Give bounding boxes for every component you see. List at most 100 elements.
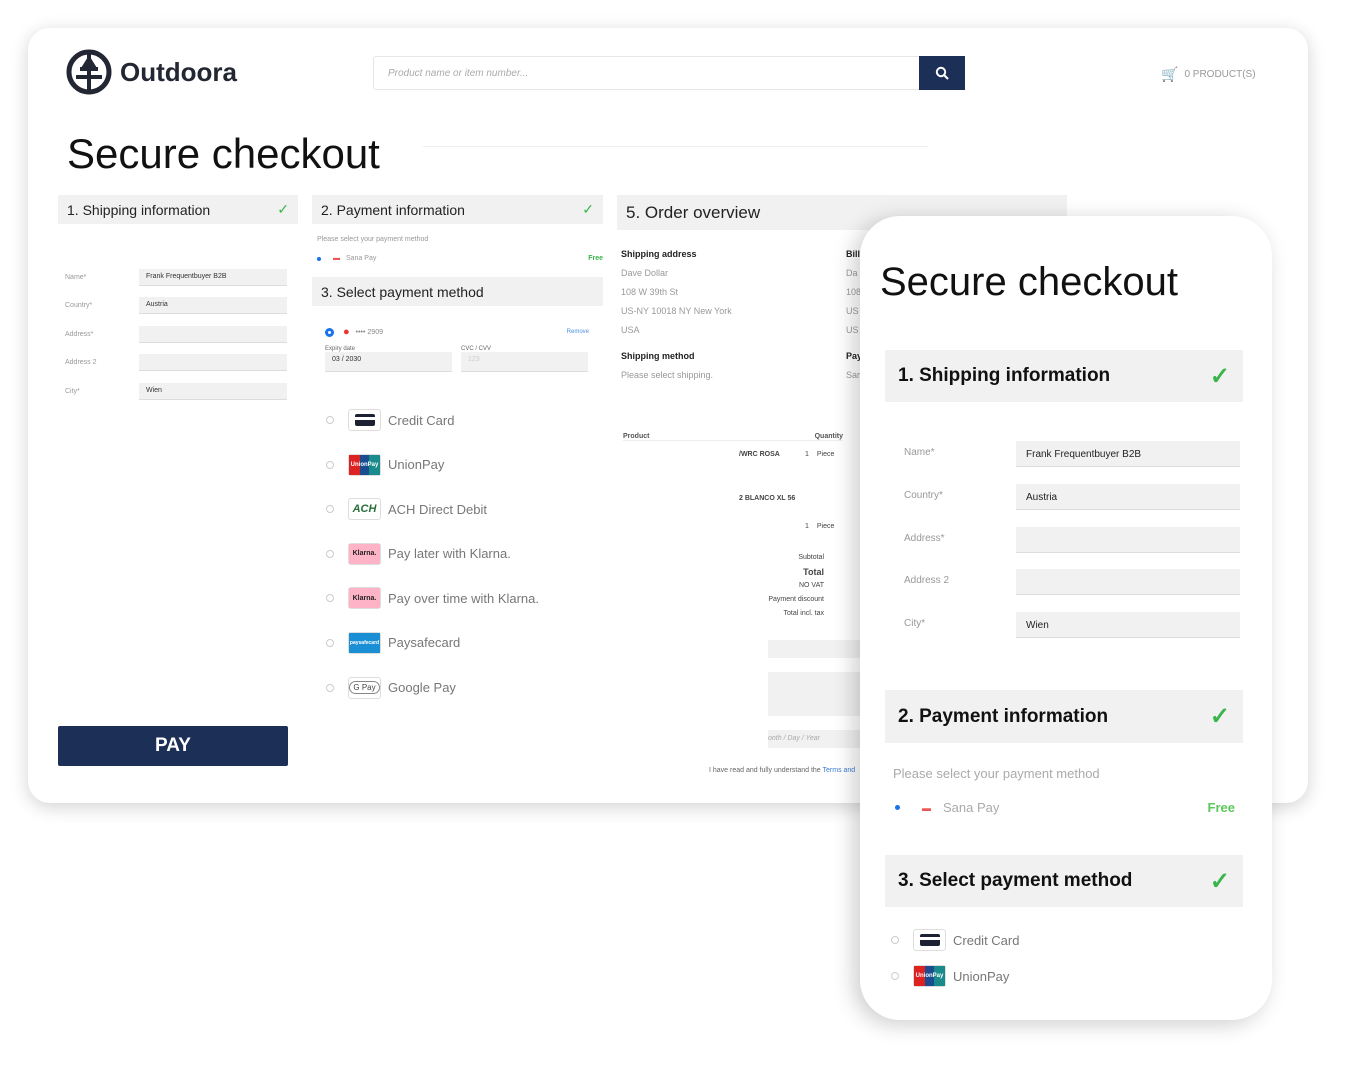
method-label: Credit Card [953, 932, 1020, 948]
sana-pay-option[interactable]: ▬ Sana Pay Free [317, 255, 603, 262]
section-title: 1. Shipping information [67, 201, 211, 218]
radio-button[interactable] [891, 936, 899, 944]
paysafecard-icon: paysafecard [348, 631, 381, 654]
check-icon: ✓ [1209, 703, 1230, 730]
mobile-payment-info-header[interactable]: 2. Payment information ✓ [885, 690, 1243, 743]
payment-method-option[interactable]: UnionPay UnionPay [326, 453, 603, 477]
shipping-method-label: Shipping method [621, 351, 695, 361]
product-name: /WRC ROSA [739, 451, 780, 458]
cart-button[interactable]: 🛒 0 PRODUCT(S) [1161, 66, 1256, 83]
product-table-header: Product Quantity [623, 433, 843, 441]
field-input[interactable] [139, 325, 287, 343]
field-input[interactable]: Wien [139, 382, 287, 400]
field-input[interactable] [139, 354, 287, 372]
radio-selected[interactable] [325, 327, 334, 337]
klarna-icon: Klarna. [348, 542, 381, 565]
form-row: City* Wien [58, 377, 298, 406]
field-input[interactable] [1016, 569, 1240, 596]
address-line: Dave Dollar [621, 268, 669, 278]
check-icon: ✓ [582, 201, 594, 217]
section-title: 2. Payment information [321, 201, 465, 218]
field-label: Name* [904, 447, 935, 458]
payment-method-option[interactable]: Klarna. Pay over time with Klarna. [326, 586, 603, 610]
payment-method-option[interactable]: ACH ACH Direct Debit [326, 497, 603, 521]
radio-button[interactable] [326, 416, 334, 424]
field-label: Address* [904, 532, 945, 544]
radio-button[interactable] [326, 549, 334, 558]
section-title: 5. Order overview [626, 202, 761, 222]
section-title: 3. Select payment method [898, 870, 1133, 891]
field-label: Address 2 [904, 575, 950, 587]
brand-logo[interactable]: Outdoora [66, 49, 237, 95]
total-label: Total [803, 567, 824, 577]
field-label: Country* [65, 302, 93, 310]
radio-button[interactable] [891, 972, 899, 980]
cart-icon: 🛒 [1161, 66, 1179, 82]
radio-button[interactable] [326, 683, 334, 692]
expiry-input[interactable]: 03 / 2030 [325, 352, 452, 372]
search-button[interactable] [919, 56, 965, 90]
radio-button[interactable] [326, 594, 334, 603]
payment-method-option[interactable]: G Pay Google Pay [326, 676, 603, 700]
payment-method-option[interactable]: paysafecard Paysafecard [326, 631, 603, 655]
mobile-shipping-header[interactable]: 1. Shipping information ✓ [885, 350, 1243, 402]
klarna-icon: Klarna. [348, 587, 381, 610]
field-label: Address 2 [65, 359, 97, 367]
method-label: UnionPay [388, 457, 445, 473]
mobile-checkout: Secure checkout 1. Shipping information ✓… [860, 216, 1272, 1020]
payment-method-option[interactable]: Credit Card [326, 408, 603, 432]
method-name: Sana Pay [943, 800, 1000, 815]
shipping-header[interactable]: 1. Shipping information ✓ [58, 195, 298, 224]
address-line: USA [621, 325, 640, 335]
payment-method-option[interactable]: Credit Card [891, 928, 1019, 952]
form-row: Address 2 [58, 349, 298, 378]
mobile-select-payment-header[interactable]: 3. Select payment method ✓ [885, 855, 1243, 907]
radio-button[interactable] [326, 638, 334, 647]
cart-count: 0 PRODUCT(S) [1184, 69, 1256, 80]
form-row: Address* [58, 320, 298, 349]
cvc-input[interactable]: 123 [461, 352, 588, 372]
field-input[interactable]: Austria [1016, 483, 1240, 510]
section-title: 3. Select payment method [321, 283, 484, 300]
check-icon: ✓ [1209, 867, 1230, 895]
discount-label: Payment discount [768, 596, 824, 603]
radio-button[interactable] [326, 460, 334, 469]
field-input[interactable]: Wien [1016, 612, 1240, 639]
address-line: US-NY 10018 NY New York [621, 306, 732, 316]
select-payment-header[interactable]: 3. Select payment method [312, 277, 603, 306]
method-price: Free [1207, 800, 1235, 815]
field-input[interactable]: Austria [139, 297, 287, 315]
radio-selected[interactable] [317, 256, 321, 261]
credit-card-icon [348, 409, 381, 431]
method-name: Sana Pay [346, 255, 377, 262]
credit-card-icon [913, 929, 946, 951]
field-input[interactable]: Frank Frequentbuyer B2B [139, 268, 287, 286]
field-label: City* [65, 387, 80, 395]
terms-link[interactable]: Terms and [823, 767, 856, 774]
address-line: 108 W 39th St [621, 287, 679, 297]
radio-button[interactable] [326, 505, 334, 514]
pay-button[interactable]: PAY [58, 726, 288, 766]
shipping-address-label: Shipping address [621, 249, 697, 259]
form-row: Name* Frank Frequentbuyer B2B [58, 263, 298, 292]
method-label: Pay over time with Klarna. [388, 590, 540, 606]
payment-prompt: Please select your payment method [317, 236, 429, 243]
radio-selected[interactable] [895, 805, 900, 810]
sana-pay-option[interactable]: ▬ Sana Pay Free [895, 800, 1235, 815]
field-label: Name* [65, 273, 87, 281]
field-input[interactable]: Frank Frequentbuyer B2B [1016, 441, 1240, 467]
remove-link[interactable]: Remove [567, 329, 589, 335]
field-label: Country* [904, 489, 943, 501]
method-price: Free [588, 255, 603, 262]
payment-method-option[interactable]: UnionPay UnionPay [891, 964, 1019, 988]
section-title: 1. Shipping information [898, 365, 1111, 386]
search-input[interactable]: Product name or item number... [374, 57, 919, 89]
unionpay-icon: UnionPay [913, 965, 946, 987]
search-bar[interactable]: Product name or item number... [373, 56, 965, 90]
section-title: 2. Payment information [898, 705, 1109, 727]
payment-info-header[interactable]: 2. Payment information ✓ [312, 195, 603, 224]
totals: Subtotal Total NO VAT Payment discount T… [768, 551, 824, 621]
payment-method-option[interactable]: Klarna. Pay later with Klarna. [326, 542, 603, 566]
field-input[interactable] [1016, 526, 1240, 553]
col-quantity: Quantity [814, 433, 843, 440]
